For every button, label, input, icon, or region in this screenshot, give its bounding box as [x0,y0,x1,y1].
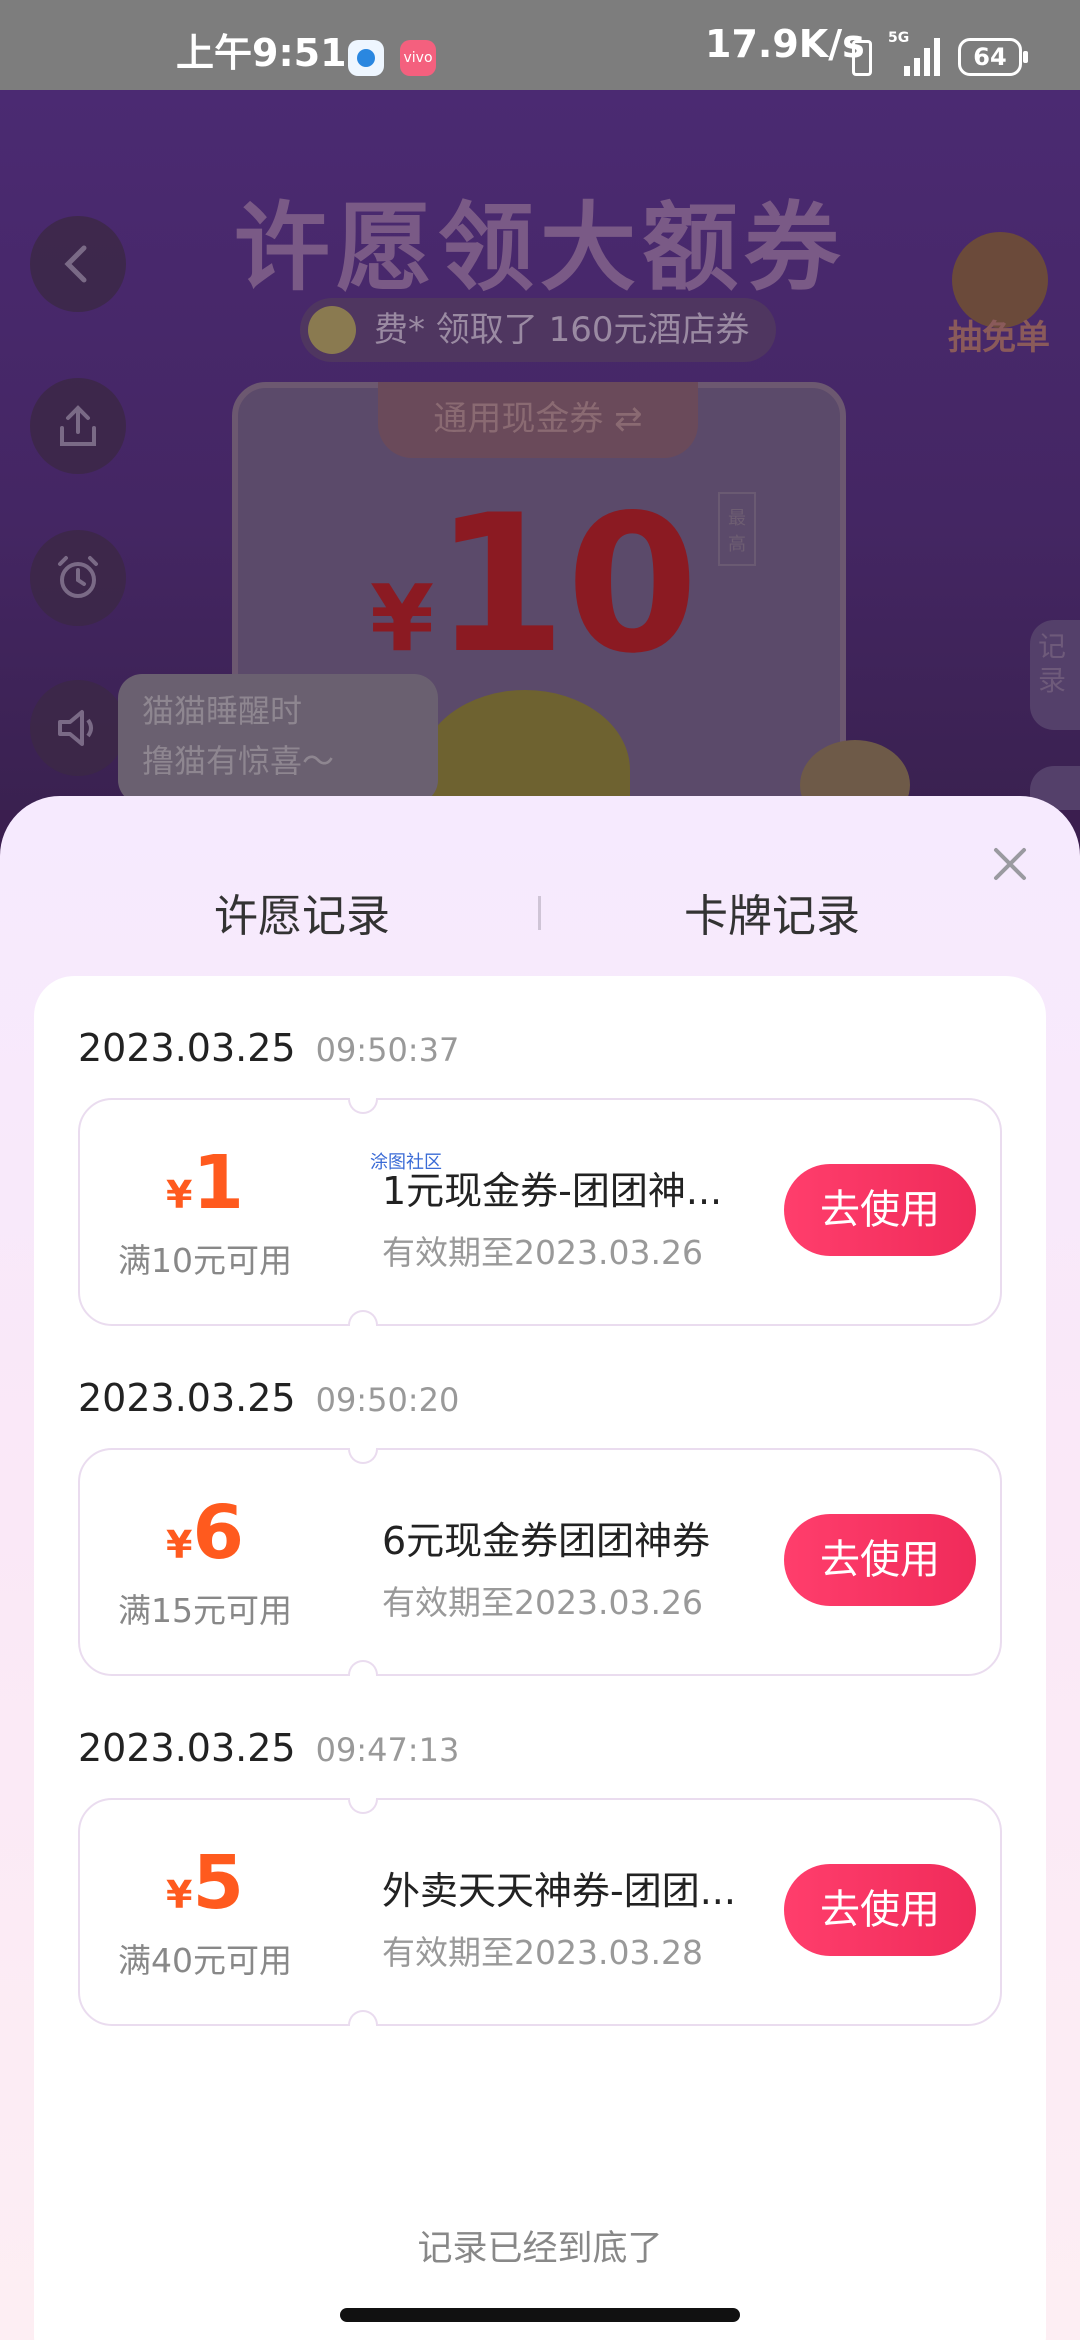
winner-ticker: 费* 领取了 160元酒店券 [300,298,776,362]
coupon-item: ¥1 满10元可用 涂图社区 1元现金券-团团神... 有效期至2023.03.… [78,1098,1002,1326]
tab-divider [538,896,541,930]
tab-card-records[interactable]: 卡牌记录 [684,880,860,944]
status-bar: 上午9:51 vivo 17.9K/s 5G 64 [0,0,1080,90]
hero-coupon-amount: ¥10 [370,490,698,680]
use-coupon-button[interactable]: 去使用 [784,1864,976,1956]
sound-button[interactable] [30,680,126,776]
coupon-amount: ¥5 [166,1840,244,1926]
coupon-expiry: 有效期至2023.03.28 [382,1933,703,1972]
record-date-row: 2023.03.25 09:50:20 [78,1376,459,1420]
status-time: 上午9:51 [176,31,347,75]
coupon-expiry: 有效期至2023.03.26 [382,1583,703,1622]
bubble-line-1: 猫猫睡醒时 [142,692,303,730]
records-side-tab[interactable]: 记录 [1030,620,1080,730]
record-date: 2023.03.25 [78,1376,296,1420]
use-coupon-button[interactable]: 去使用 [784,1164,976,1256]
coupon-name: 1元现金券-团团神... [382,1169,723,1213]
avatar [308,306,356,354]
record-time: 09:50:20 [315,1381,460,1419]
coupon-item: ¥5 满40元可用 外卖天天神券-团团... 有效期至2023.03.28 去使… [78,1798,1002,2026]
use-coupon-button[interactable]: 去使用 [784,1514,976,1606]
coupon-threshold: 满40元可用 [118,1941,292,1980]
sim-icon [852,40,872,76]
coupon-expiry: 有效期至2023.03.26 [382,1233,703,1272]
home-indicator[interactable] [340,2308,740,2322]
reminder-button[interactable] [30,530,126,626]
speaker-icon [58,710,93,746]
record-tabs: 许愿记录 卡牌记录 [0,796,1080,976]
coupon-item: ¥6 满15元可用 6元现金券团团神券 有效期至2023.03.26 去使用 [78,1448,1002,1676]
coupon-threshold: 满15元可用 [118,1591,292,1630]
share-button[interactable] [30,378,126,474]
currency-symbol: ¥ [370,565,435,672]
speech-bubble: 猫猫睡醒时 撸猫有惊喜～ [118,674,438,804]
coupon-name: 6元现金券团团神券 [382,1519,711,1563]
network-speed: 17.9K/s [705,22,865,66]
coupon-amount: ¥1 [166,1140,244,1226]
records-sheet: 许愿记录 卡牌记录 2023.03.25 09:50:37 ¥1 满10元可用 涂… [0,796,1080,2340]
record-time: 09:50:37 [315,1031,460,1069]
record-time: 09:47:13 [315,1731,460,1769]
records-list[interactable]: 2023.03.25 09:50:37 ¥1 满10元可用 涂图社区 1元现金券-… [34,976,1046,2340]
back-button[interactable] [30,216,126,312]
battery-icon: 64 [958,38,1028,76]
coupon-name: 外卖天天神券-团团... [382,1869,736,1913]
coupon-amount: ¥6 [166,1490,244,1576]
record-date-row: 2023.03.25 09:47:13 [78,1726,459,1770]
record-date-row: 2023.03.25 09:50:37 [78,1026,459,1070]
ticker-text: 费* 领取了 160元酒店券 [374,310,750,350]
free-draw-label[interactable]: 抽免单 [948,310,1050,359]
hero-coupon-value: 10 [434,474,699,695]
bubble-line-2: 撸猫有惊喜～ [142,742,335,780]
vivo-app-icon: vivo [400,40,436,76]
coupon-threshold: 满10元可用 [118,1241,292,1280]
notification-app-icon [348,40,384,76]
max-badge: 最高 [718,492,756,566]
signal-icon [904,38,940,76]
share-icon [60,405,96,446]
end-of-list-note: 记录已经到底了 [417,2229,663,2269]
record-date: 2023.03.25 [78,1026,296,1070]
chevron-left-icon [64,245,87,283]
background-page: 许愿领大额券 费* 领取了 160元酒店券 抽免单 通用现金券 ⇄ ¥10 最高… [0,90,1080,810]
tab-wish-records[interactable]: 许愿记录 [214,880,390,944]
coupon-type-switch[interactable]: 通用现金券 ⇄ [378,382,698,458]
alarm-clock-icon [58,556,98,598]
record-date: 2023.03.25 [78,1726,296,1770]
page-title: 许愿领大额券 [234,192,846,304]
